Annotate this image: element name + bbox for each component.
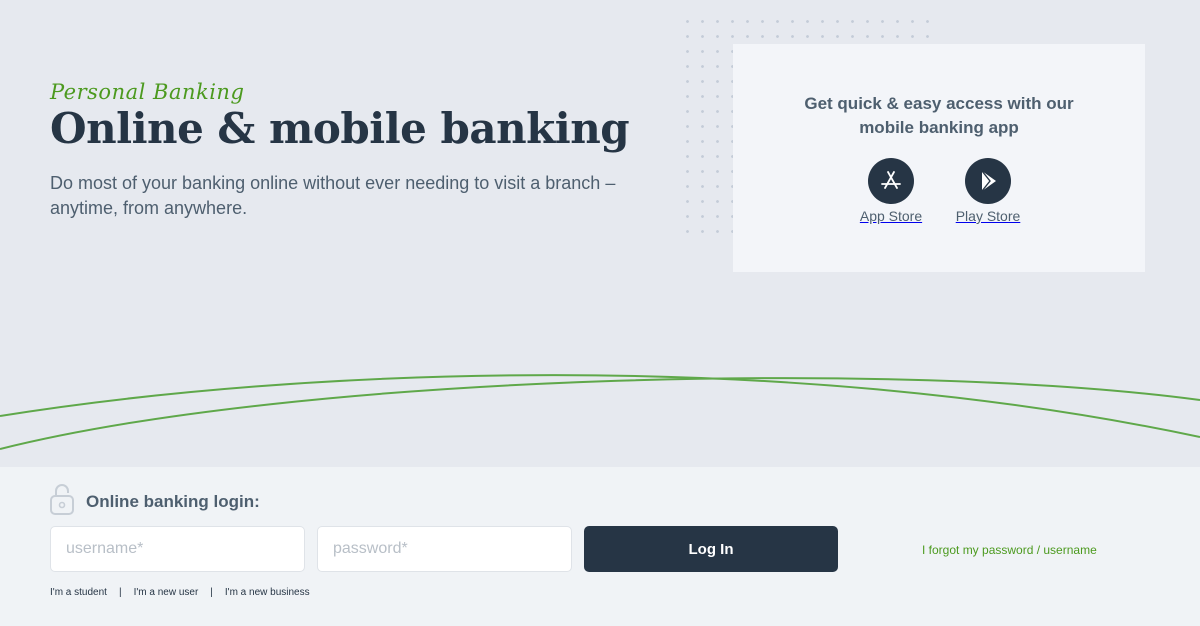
lock-icon <box>50 483 74 520</box>
decorative-curves <box>0 374 1200 450</box>
username-input[interactable] <box>50 526 305 572</box>
student-link[interactable]: I'm a student <box>50 587 107 598</box>
hero-subtitle: Do most of your banking online without e… <box>50 173 616 218</box>
play-store-icon <box>965 158 1011 204</box>
login-title: Online banking login: <box>86 492 260 511</box>
login-sublinks: I'm a student | I'm a new user | I'm a n… <box>50 587 310 598</box>
new-user-link[interactable]: I'm a new user <box>134 587 199 598</box>
page-title: Online & mobile banking <box>50 104 630 153</box>
play-store-label: Play Store <box>955 208 1021 224</box>
separator: | <box>118 587 122 598</box>
separator: | <box>210 587 213 598</box>
login-button[interactable]: Log In <box>584 526 838 572</box>
hero-section: Personal Banking Online & mobile banking… <box>0 0 1200 467</box>
password-input[interactable] <box>317 526 572 572</box>
app-card-title: Get quick & easy access with our mobile … <box>804 94 1074 137</box>
login-section: Online banking login: Log In I forgot my… <box>0 467 1200 626</box>
play-store-link[interactable]: Play Store <box>928 158 1048 224</box>
app-store-icon <box>868 158 914 204</box>
hero-eyebrow: Personal Banking <box>50 80 245 104</box>
forgot-password-link[interactable]: I forgot my password / username <box>922 543 1097 557</box>
mobile-app-card: Get quick & easy access with our mobile … <box>733 44 1145 272</box>
new-business-link[interactable]: I'm a new business <box>225 587 310 598</box>
